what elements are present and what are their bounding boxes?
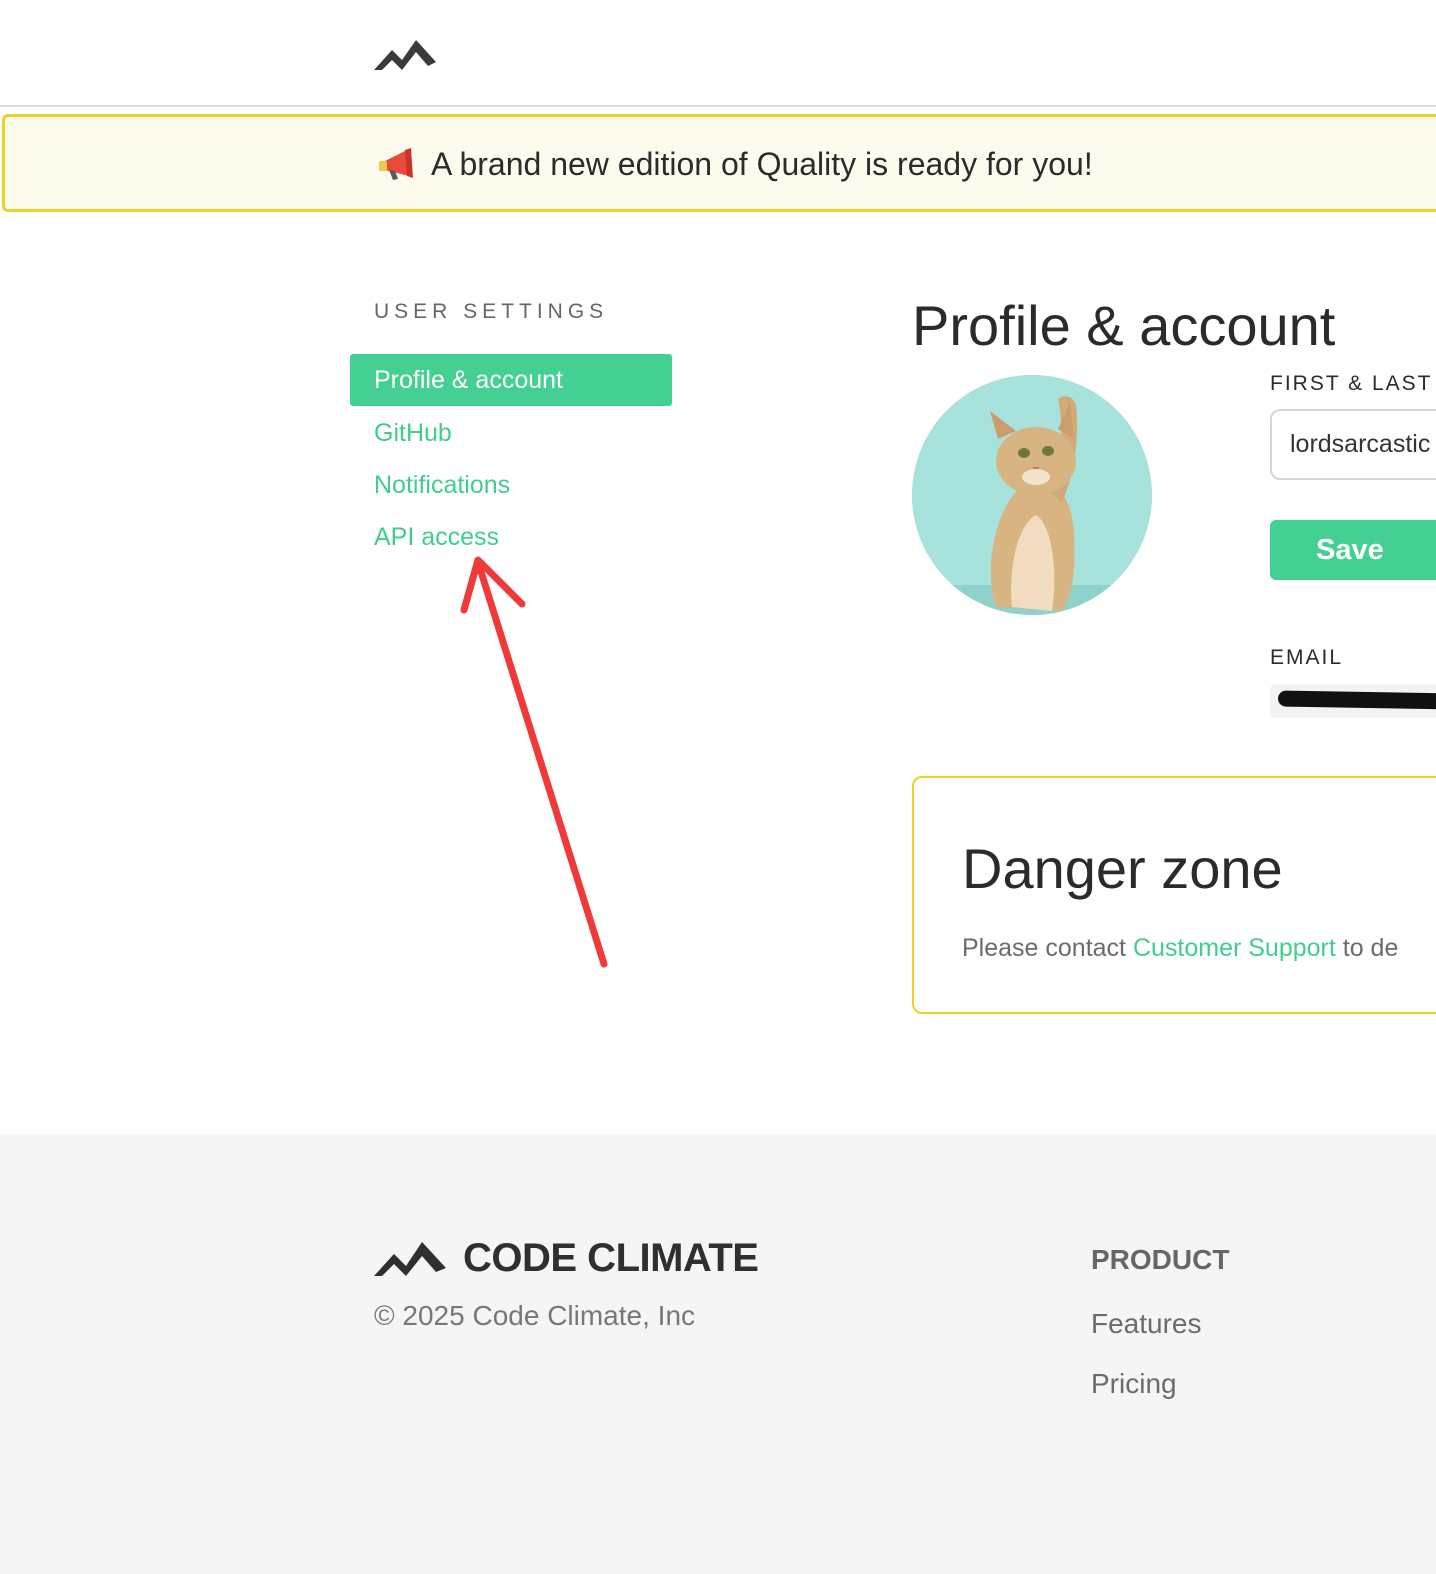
danger-zone-card: Danger zone Please contact Customer Supp… (912, 776, 1436, 1014)
code-climate-logo-icon[interactable] (372, 1234, 448, 1278)
sidebar-heading: USER SETTINGS (374, 300, 609, 323)
sidebar-item-profile-account[interactable]: Profile & account (350, 354, 672, 406)
redaction-mark (1277, 690, 1436, 710)
banner-text: A brand new edition of Quality is ready … (431, 146, 1093, 182)
sidebar-item-api-access[interactable]: API access (350, 511, 672, 563)
page-title: Profile & account (912, 294, 1336, 357)
sidebar-item-github[interactable]: GitHub (350, 407, 672, 459)
kitten-avatar-icon (912, 375, 1152, 615)
footer-link-features[interactable]: Features (1091, 1306, 1202, 1342)
danger-zone-text-before: Please contact (962, 934, 1133, 962)
avatar[interactable] (912, 375, 1152, 615)
email-value-redacted (1270, 684, 1436, 718)
sidebar-item-notifications[interactable]: Notifications (350, 459, 672, 511)
footer-copyright: © 2025 Code Climate, Inc (374, 1300, 696, 1331)
footer-product-heading: PRODUCT (1091, 1244, 1230, 1275)
customer-support-link[interactable]: Customer Support (1133, 934, 1336, 962)
danger-zone-title: Danger zone (962, 837, 1283, 900)
footer-wordmark[interactable]: CODE CLIMATE (463, 1234, 759, 1282)
footer-link-pricing[interactable]: Pricing (1091, 1366, 1177, 1402)
email-field-label: EMAIL (1270, 646, 1344, 669)
footer: CODE CLIMATE © 2025 Code Climate, Inc PR… (0, 1134, 1436, 1574)
danger-zone-text-after: to de (1335, 934, 1399, 962)
name-field-label: FIRST & LAST (1270, 372, 1433, 395)
code-climate-logo-icon[interactable] (372, 32, 438, 74)
save-button[interactable]: Save (1270, 520, 1436, 580)
danger-zone-text: Please contact Customer Support to de (962, 931, 1398, 965)
name-input[interactable] (1270, 409, 1436, 480)
announcement-banner[interactable]: A brand new edition of Quality is ready … (2, 114, 1436, 212)
megaphone-icon (379, 148, 413, 180)
top-navbar (0, 0, 1436, 107)
red-annotation-arrow (460, 556, 608, 968)
